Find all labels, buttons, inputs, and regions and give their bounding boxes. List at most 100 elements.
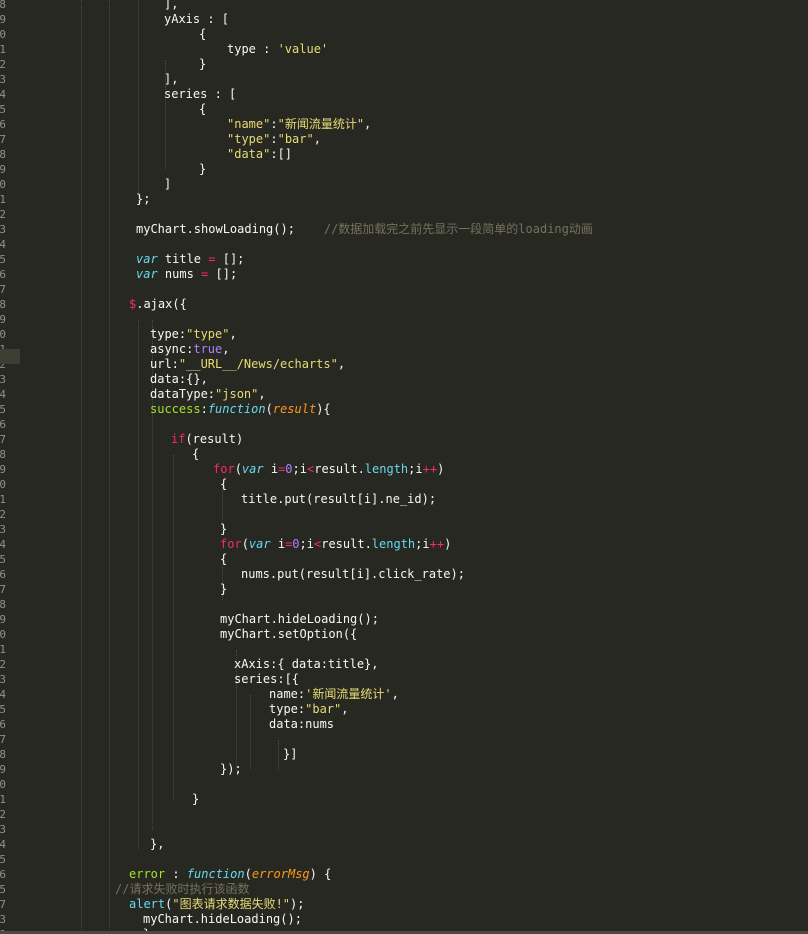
code-token: { [220, 477, 228, 491]
code-line[interactable]: }; [136, 192, 150, 207]
code-line[interactable]: if(result) [171, 432, 243, 447]
code-token: = [208, 252, 216, 266]
indent-guide-line [109, 0, 110, 934]
code-line[interactable]: title.put(result[i].ne_id); [241, 492, 436, 507]
code-token: ( [265, 402, 273, 416]
code-token: ;i [299, 537, 314, 551]
code-token: type: [150, 327, 187, 341]
code-line[interactable]: for(var i=0;i<result.length;i++) [220, 537, 451, 552]
indent-guide-line [81, 0, 82, 934]
code-token: , [364, 117, 372, 131]
code-line[interactable]: xAxis:{ data:title}, [234, 657, 379, 672]
code-line[interactable]: "data":[] [227, 147, 292, 162]
code-token: .ajax({ [136, 297, 187, 311]
code-token: result. [321, 537, 372, 551]
line-number: 2 [0, 208, 6, 221]
code-line[interactable]: type : 'value' [227, 42, 328, 57]
line-number: 4 [0, 388, 6, 401]
code-token: "新闻流量统计" [277, 117, 365, 131]
code-line[interactable]: myChart.hideLoading(); [143, 912, 302, 927]
code-token: , [337, 357, 346, 371]
code-line[interactable]: ], [164, 0, 178, 12]
code-line[interactable]: url:"__URL__/News/echarts", [150, 357, 345, 372]
code-line[interactable]: myChart.hideLoading(); [220, 612, 379, 627]
code-token: nums [157, 267, 202, 281]
code-line[interactable]: //请求失败时执行该函数 [115, 882, 249, 897]
code-token: "data" [227, 147, 271, 161]
code-token: myChart.showLoading(); [136, 222, 295, 236]
code-line[interactable]: "type":"bar", [227, 132, 321, 147]
code-line[interactable]: } [199, 57, 206, 72]
code-token: "__URL__/News/echarts" [178, 357, 338, 371]
code-token: for [220, 537, 242, 551]
code-token: title.put(result[i].ne_id); [241, 492, 437, 506]
code-token: , [258, 387, 266, 401]
code-line[interactable]: ], [164, 72, 178, 87]
line-number: 3 [0, 823, 6, 836]
line-number: 4 [0, 238, 6, 251]
code-line[interactable]: }, [150, 837, 164, 852]
code-line[interactable]: { [192, 447, 199, 462]
code-line[interactable]: "name":"新闻流量统计", [227, 117, 371, 132]
code-line[interactable]: } [220, 582, 227, 597]
code-line[interactable]: type:"type", [150, 327, 237, 342]
code-line[interactable]: nums.put(result[i].click_rate); [241, 567, 465, 582]
code-line[interactable]: { [220, 477, 227, 492]
line-number: 7 [0, 898, 6, 911]
code-editor[interactable]: 8 9 0 1 2 3 4 5 6 7 8 9 0 1 2 3 4 5 6 7 8 9 0 1 2 3 4 5 6 7 8 9 0 1 2 3 4 5 6 7… [0, 0, 808, 934]
line-number: 9 [0, 163, 6, 176]
line-number: 6 [0, 418, 6, 431]
code-line[interactable]: } [220, 522, 227, 537]
code-line[interactable]: myChart.setOption({ [220, 627, 357, 642]
code-line[interactable]: alert("图表请求数据失败!"); [129, 897, 305, 912]
code-token: []; [208, 267, 238, 281]
code-token: type : [227, 42, 278, 56]
code-token: 0 [285, 462, 293, 476]
code-line[interactable]: series:[{ [234, 672, 299, 687]
code-token: : [270, 117, 278, 131]
code-line[interactable]: data:nums [269, 717, 334, 732]
line-number: 0 [0, 478, 6, 491]
code-line[interactable]: error : function(errorMsg) { [129, 867, 331, 882]
code-line[interactable]: } [192, 792, 199, 807]
code-line[interactable]: data:{}, [150, 372, 208, 387]
code-token: , [391, 687, 399, 701]
code-token: { [199, 102, 207, 116]
code-line[interactable]: var title = []; [136, 252, 244, 267]
code-line[interactable]: } [199, 162, 206, 177]
code-line[interactable]: { [220, 552, 227, 567]
code-line[interactable]: dataType:"json", [150, 387, 266, 402]
code-line[interactable]: type:"bar", [269, 702, 348, 717]
code-line[interactable]: name:'新闻流量统计', [269, 687, 399, 702]
code-token: []; [215, 252, 245, 266]
code-line[interactable]: }] [283, 747, 297, 762]
line-number: 6 [0, 868, 6, 881]
line-number: 8 [0, 148, 6, 161]
code-line[interactable]: { [199, 102, 206, 117]
code-line[interactable]: var nums = []; [136, 267, 237, 282]
code-line[interactable]: success:function(result){ [150, 402, 331, 417]
code-token: : [165, 867, 187, 881]
code-line[interactable]: { [199, 27, 206, 42]
code-token: ( [241, 537, 249, 551]
code-line[interactable]: ] [164, 177, 171, 192]
code-token: : [270, 132, 278, 146]
code-line[interactable]: yAxis : [ [164, 12, 229, 27]
code-token: { [220, 552, 228, 566]
line-number: 4 [0, 88, 6, 101]
line-number: 3 [0, 223, 6, 236]
line-number: 6 [0, 118, 6, 131]
line-number: 2 [0, 808, 6, 821]
code-line[interactable]: }); [220, 762, 242, 777]
code-line[interactable]: for(var i=0;i<result.length;i++) [213, 462, 444, 477]
code-line[interactable]: series : [ [164, 87, 236, 102]
line-number: 7 [0, 283, 6, 296]
code-token: }] [283, 747, 298, 761]
line-number: 6 [0, 718, 6, 731]
code-line[interactable]: $.ajax({ [129, 297, 187, 312]
code-line[interactable]: async:true, [150, 342, 230, 357]
line-number: 6 [0, 268, 6, 281]
line-number: 4 [0, 838, 6, 851]
line-number: 5 [0, 553, 6, 566]
code-line[interactable]: myChart.showLoading(); //数据加载完之前先显示一段简单的… [136, 222, 593, 237]
